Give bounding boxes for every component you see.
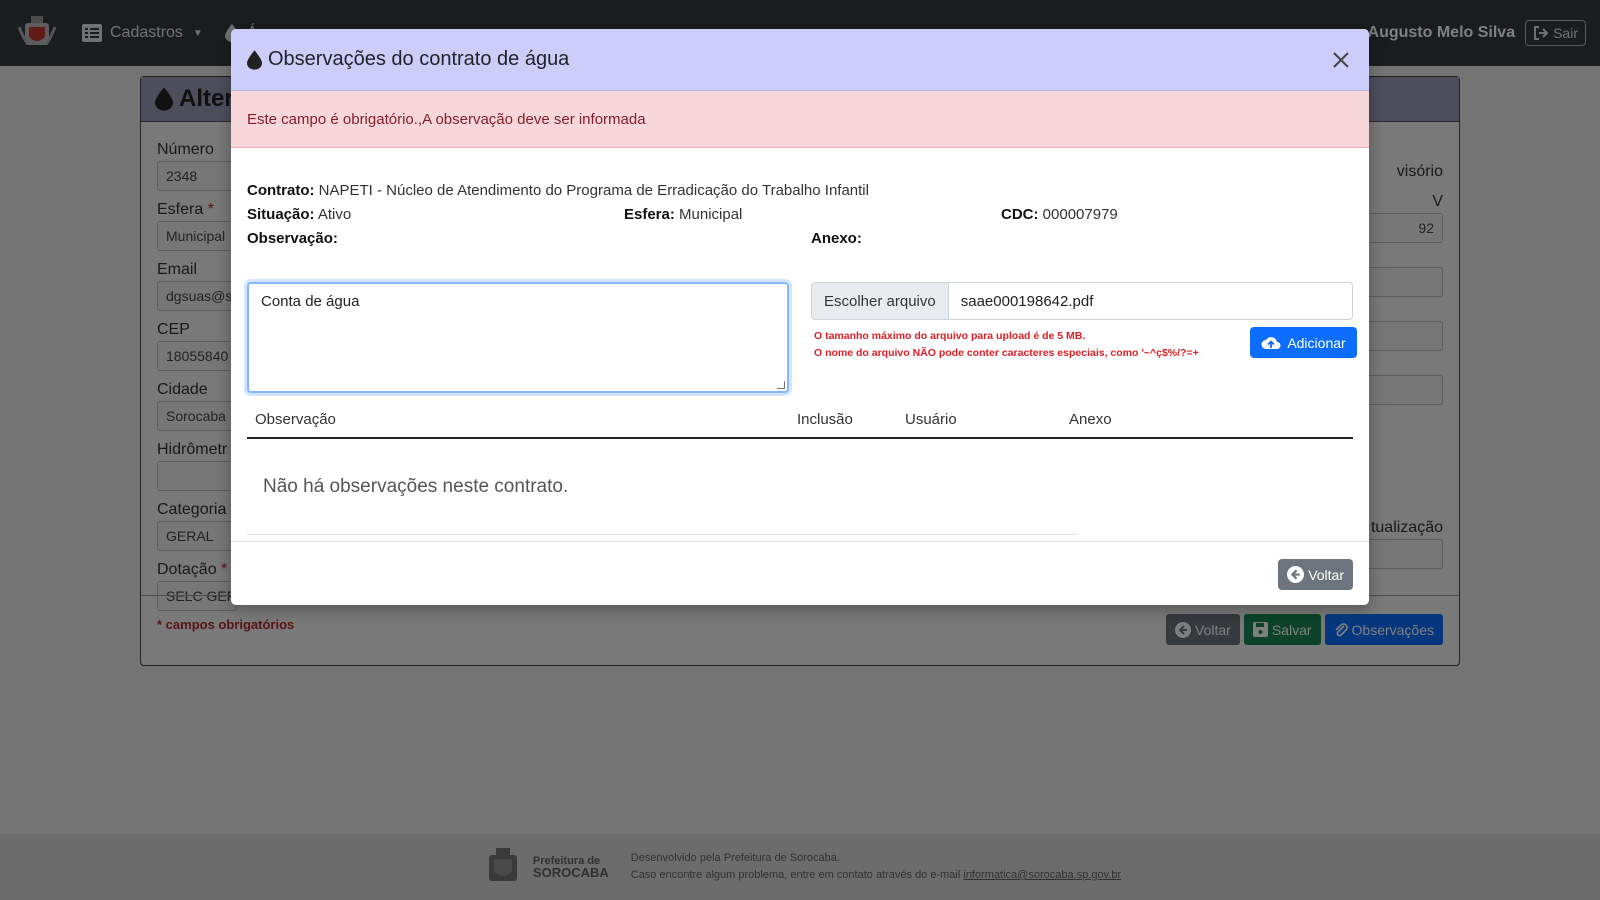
close-icon — [1333, 51, 1349, 68]
observation-label: Observação: — [247, 230, 338, 247]
contract-label: Contrato: — [247, 182, 315, 199]
observations-modal: Observações do contrato de água Este cam… — [231, 29, 1369, 605]
cdc-value: 000007979 — [1042, 206, 1118, 223]
column-observacao[interactable]: Observação — [255, 411, 336, 428]
column-anexo[interactable]: Anexo — [1069, 411, 1112, 428]
observations-table: Observação Inclusão Usuário Anexo — [247, 401, 1353, 439]
resize-handle[interactable] — [777, 381, 785, 389]
column-usuario[interactable]: Usuário — [905, 411, 957, 428]
contract-info: Contrato: NAPETI - Núcleo de Atendimento… — [247, 182, 869, 199]
cloud-upload-icon — [1261, 336, 1281, 349]
close-modal-button[interactable] — [1329, 48, 1353, 72]
add-attachment-button[interactable]: Adicionar — [1250, 327, 1357, 358]
sphere-info: Esfera: Municipal — [624, 206, 742, 223]
file-input[interactable]: Escolher arquivo saae000198642.pdf — [811, 282, 1353, 320]
choose-file-button[interactable]: Escolher arquivo — [812, 283, 949, 319]
modal-back-label: Voltar — [1308, 566, 1344, 583]
water-drop-icon — [247, 49, 262, 70]
sphere-value: Municipal — [679, 206, 743, 223]
observation-textarea[interactable]: Conta de água — [247, 282, 789, 393]
contract-value: NAPETI - Núcleo de Atendimento do Progra… — [318, 182, 869, 199]
arrow-circle-left-icon — [1287, 566, 1305, 583]
table-header: Observação Inclusão Usuário Anexo — [247, 401, 1353, 439]
upload-size-hint: O tamanho máximo do arquivo para upload … — [814, 330, 1086, 342]
validation-alert: Este campo é obrigatório.,A observação d… — [231, 91, 1369, 148]
status-value: Ativo — [317, 206, 352, 223]
upload-hints: O tamanho máximo do arquivo para upload … — [814, 328, 1199, 362]
cdc-label: CDC: — [1001, 206, 1039, 223]
modal-title: Observações do contrato de água — [268, 48, 570, 70]
modal-header: Observações do contrato de água — [231, 29, 1369, 91]
table-divider — [247, 534, 1077, 535]
upload-chars-hint: O nome do arquivo NÃO pode conter caract… — [814, 347, 1199, 359]
status-label: Situação: — [247, 206, 315, 223]
modal-footer: Voltar — [231, 541, 1369, 605]
attachment-label: Anexo: — [811, 230, 862, 247]
status-info: Situação: Ativo — [247, 206, 351, 223]
sphere-label: Esfera: — [624, 206, 675, 223]
empty-table-message: Não há observações neste contrato. — [263, 476, 569, 497]
observation-text: Conta de água — [261, 293, 360, 310]
add-attachment-label: Adicionar — [1287, 334, 1346, 351]
validation-alert-text: Este campo é obrigatório.,A observação d… — [247, 110, 646, 128]
cdc-info: CDC: 000007979 — [1001, 206, 1118, 223]
selected-file-name: saae000198642.pdf — [960, 292, 1094, 310]
modal-back-button[interactable]: Voltar — [1278, 559, 1353, 590]
column-inclusao[interactable]: Inclusão — [797, 411, 853, 428]
